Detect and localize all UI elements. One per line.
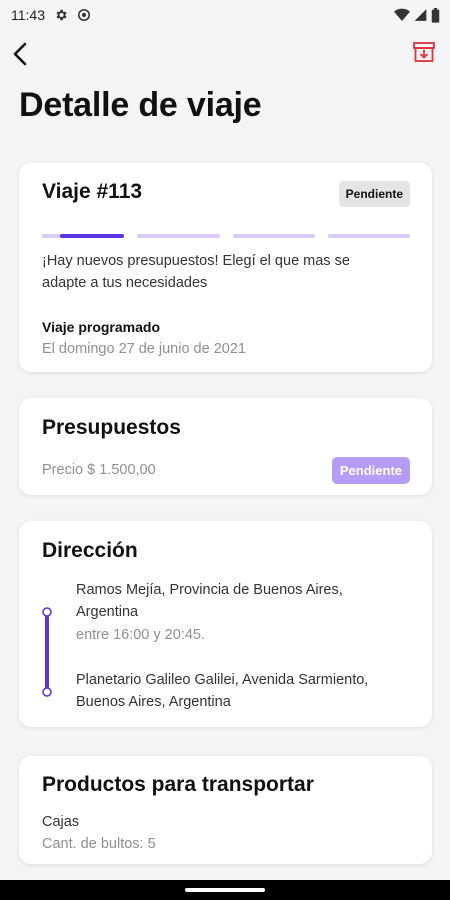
route-line-icon <box>42 607 52 697</box>
back-arrow-icon <box>13 42 27 66</box>
back-button[interactable] <box>10 40 30 68</box>
product-name: Cajas <box>42 814 80 830</box>
product-count: Cant. de bultos: 5 <box>42 836 156 852</box>
top-bar <box>0 36 450 72</box>
wifi-icon <box>394 8 410 21</box>
status-right <box>394 7 440 23</box>
progress-step-4 <box>327 234 410 238</box>
sync-icon <box>77 8 91 22</box>
gear-icon <box>56 9 67 21</box>
home-handle[interactable] <box>185 888 265 892</box>
budget-title: Presupuestos <box>42 416 181 439</box>
trip-card[interactable]: Viaje #113 Pendiente ¡Hay nuevos presupu… <box>19 163 432 372</box>
progress-step-2 <box>137 234 220 238</box>
progress-steps <box>42 234 410 238</box>
time-window: entre 16:00 y 20:45. <box>76 627 205 643</box>
battery-icon <box>431 7 440 23</box>
archive-icon <box>413 42 435 62</box>
status-left: 11:43 <box>11 7 91 23</box>
budget-price: Precio $ 1.500,00 <box>42 462 156 478</box>
scheduled-date: El domingo 27 de junio de 2021 <box>42 341 246 357</box>
origin-address: Ramos Mejía, Provincia de Buenos Aires, … <box>76 582 343 620</box>
address-card[interactable]: Dirección Ramos Mejía, Provincia de Buen… <box>19 521 432 727</box>
budget-card[interactable]: Presupuestos Precio $ 1.500,00 Pendiente <box>19 398 432 495</box>
system-nav-bar <box>0 880 450 900</box>
progress-step-3 <box>232 234 315 238</box>
progress-step-1 <box>42 234 125 238</box>
address-title: Dirección <box>42 539 138 562</box>
progress-step-active <box>60 234 124 238</box>
page-title: Detalle de viaje <box>19 86 262 124</box>
destination-address: Planetario Galileo Galilei, Avenida Sarm… <box>76 672 369 710</box>
status-bar: 11:43 <box>0 0 450 30</box>
trip-message: ¡Hay nuevos presupuestos! Elegí el que m… <box>42 253 350 291</box>
status-time: 11:43 <box>11 7 45 23</box>
scheduled-label: Viaje programado <box>42 319 161 335</box>
archive-button[interactable] <box>412 40 436 64</box>
signal-icon <box>414 9 427 21</box>
products-card[interactable]: Productos para transportar Cajas Cant. d… <box>19 756 432 864</box>
trip-title: Viaje #113 <box>42 180 143 203</box>
status-badge: Pendiente <box>338 181 410 207</box>
budget-status-badge: Pendiente <box>331 457 410 484</box>
products-title: Productos para transportar <box>42 773 314 796</box>
